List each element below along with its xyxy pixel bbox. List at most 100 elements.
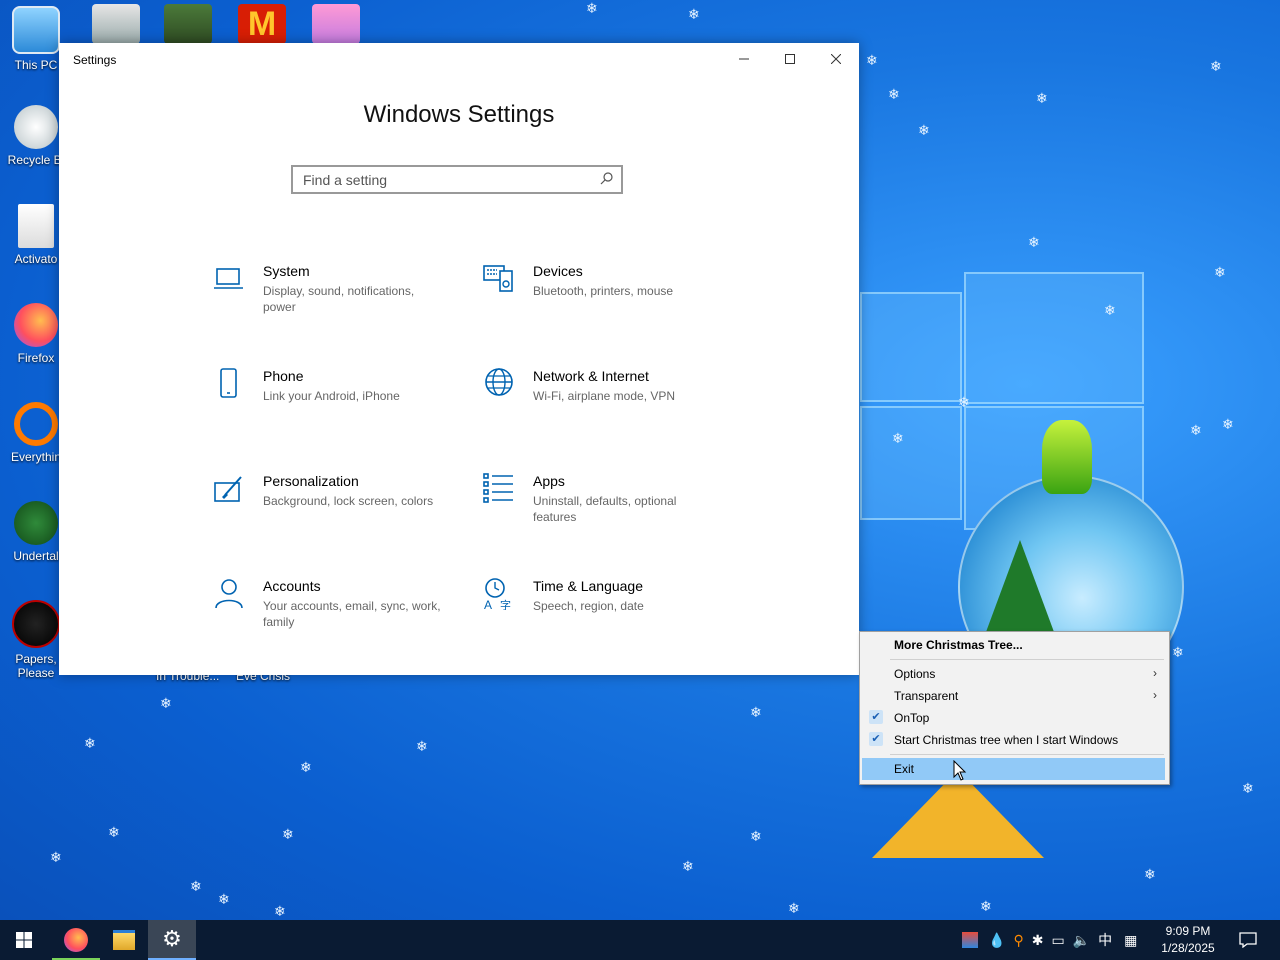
category-name: Accounts [263, 578, 321, 594]
snowflake-icon: ❄ [274, 904, 286, 920]
chevron-right-icon: › [1153, 688, 1157, 702]
notification-icon [1239, 932, 1257, 948]
minimize-button[interactable] [721, 43, 767, 75]
menu-item-label: Options [894, 667, 936, 681]
snowflake-icon: ❄ [108, 825, 120, 841]
taskbar-settings[interactable]: ⚙ [148, 920, 196, 960]
clock[interactable]: 9:09 PM 1/28/2025 [1148, 923, 1228, 957]
desktop-icon-label: Undertal [13, 549, 59, 563]
menu-item-label: More Christmas Tree... [894, 638, 1023, 652]
tray-app-icon[interactable] [962, 932, 978, 948]
snowflake-icon[interactable]: ✱ [1032, 932, 1044, 949]
category-description: Bluetooth, printers, mouse [533, 284, 674, 298]
snowflake-icon: ❄ [980, 899, 992, 915]
volume-icon[interactable]: 🔈 [1073, 932, 1090, 949]
folder-icon [113, 930, 135, 950]
start-button[interactable] [0, 920, 48, 960]
desktop-icon-label: Firefox [17, 351, 55, 365]
time-language-icon: A字 [484, 578, 511, 610]
category-name: Network & Internet [533, 368, 649, 384]
svg-text:A: A [484, 598, 492, 610]
search-placeholder: Find a setting [303, 172, 388, 188]
snowflake-icon: ❄ [888, 87, 900, 103]
taskbar-firefox[interactable] [52, 920, 100, 960]
taskbar-file-explorer[interactable] [100, 920, 148, 960]
taskbar: ⚙ 💧 ⚲ ✱ ▭ 🔈 中 ▦ 9:09 PM 1/28/2025 [0, 920, 1280, 960]
snowflake-icon: ❄ [1210, 59, 1222, 75]
search-icon[interactable] [599, 171, 615, 187]
snowflake-icon: ❄ [282, 827, 294, 843]
minimize-icon [739, 58, 749, 60]
system-tray: 💧 ⚲ ✱ ▭ 🔈 中 ▦ [962, 920, 1145, 960]
person-icon [215, 579, 243, 609]
window-title: Settings [73, 53, 117, 67]
recycle-bin-icon [14, 105, 58, 149]
christmas-tree-top [1042, 420, 1092, 494]
snowflake-icon: ❄ [160, 696, 172, 712]
desktop-icon-label: This PC [14, 58, 58, 72]
snowflake-icon: ❄ [750, 829, 762, 845]
snowflake-icon: ❄ [416, 739, 428, 755]
snowflake-icon: ❄ [1028, 235, 1040, 251]
snowflake-icon: ❄ [84, 736, 96, 752]
gear-icon: ⚙ [162, 927, 182, 952]
keyboard-grid-icon[interactable]: ▦ [1124, 932, 1137, 949]
category-description: Display, sound, notifications, power [263, 284, 415, 314]
papers-please-icon [12, 600, 60, 648]
menu-item-options[interactable]: Options › [862, 663, 1165, 685]
close-button[interactable] [813, 43, 859, 75]
menu-separator [890, 659, 1164, 660]
chevron-right-icon: › [1153, 666, 1157, 680]
clock-date: 1/28/2025 [1161, 941, 1215, 955]
snowflake-icon: ❄ [866, 53, 878, 69]
network-icon[interactable]: ▭ [1051, 932, 1064, 949]
desktop-icon-top-2[interactable] [164, 4, 212, 44]
svg-text:字: 字 [500, 598, 511, 610]
keyboard-speaker-icon [483, 265, 513, 292]
desktop-icon-top-1[interactable] [92, 4, 140, 44]
menu-item-transparent[interactable]: Transparent › [862, 685, 1165, 707]
menu-item-label: Transparent [894, 689, 959, 703]
menu-item-label: Start Christmas tree when I start Window… [894, 733, 1119, 747]
category-name: Time & Language [533, 578, 643, 594]
ime-indicator[interactable]: 中 [1098, 930, 1112, 950]
category-description: Link your Android, iPhone [263, 389, 400, 403]
menu-item-label: Exit [894, 762, 915, 776]
snowflake-icon: ❄ [788, 901, 800, 917]
snowflake-icon: ❄ [1242, 781, 1254, 797]
category-name: Devices [533, 263, 583, 279]
settings-window[interactable]: Settings Windows Settings Find a setting… [59, 43, 859, 675]
search-input[interactable]: Find a setting [291, 165, 623, 194]
desktop-icon-top-4[interactable] [312, 4, 360, 44]
magnifier-icon [14, 402, 58, 446]
mouse-cursor-icon [953, 760, 967, 781]
snowflake-icon: ❄ [218, 892, 230, 908]
category-name: Personalization [263, 473, 359, 489]
menu-item-more-christmas-tree[interactable]: More Christmas Tree... [862, 634, 1165, 656]
desktop-icon-mcdonalds[interactable]: M [238, 4, 286, 44]
category-description: Background, lock screen, colors [263, 494, 434, 508]
snowflake-icon: ❄ [1144, 867, 1156, 883]
title-bar[interactable]: Settings [59, 43, 859, 77]
menu-item-exit[interactable]: Exit [862, 758, 1165, 780]
snowflake-icon: ❄ [682, 859, 694, 875]
maximize-button[interactable] [767, 43, 813, 75]
snowflake-icon: ❄ [586, 1, 598, 17]
desktop-icon-label: Activato [14, 252, 58, 266]
category-description: Uninstall, defaults, optional features [533, 494, 677, 524]
context-menu[interactable]: More Christmas Tree... Options › Transpa… [859, 631, 1170, 785]
paintbrush-icon [214, 476, 242, 502]
snowflake-icon: ❄ [300, 760, 312, 776]
windows-logo-icon [16, 932, 32, 948]
menu-item-ontop[interactable]: ✔ OnTop [862, 707, 1165, 729]
snowflake-icon: ❄ [1036, 91, 1048, 107]
close-icon [831, 54, 841, 64]
category-description: Wi-Fi, airplane mode, VPN [533, 389, 676, 403]
menu-item-start-with-windows[interactable]: ✔ Start Christmas tree when I start Wind… [862, 729, 1165, 751]
category-name: Phone [263, 368, 304, 384]
magnifier-icon[interactable]: ⚲ [1013, 932, 1023, 949]
snowflake-icon: ❄ [750, 705, 762, 721]
notifications-button[interactable] [1224, 920, 1272, 960]
page-title: Windows Settings [363, 101, 555, 128]
droplet-icon[interactable]: 💧 [988, 932, 1005, 949]
